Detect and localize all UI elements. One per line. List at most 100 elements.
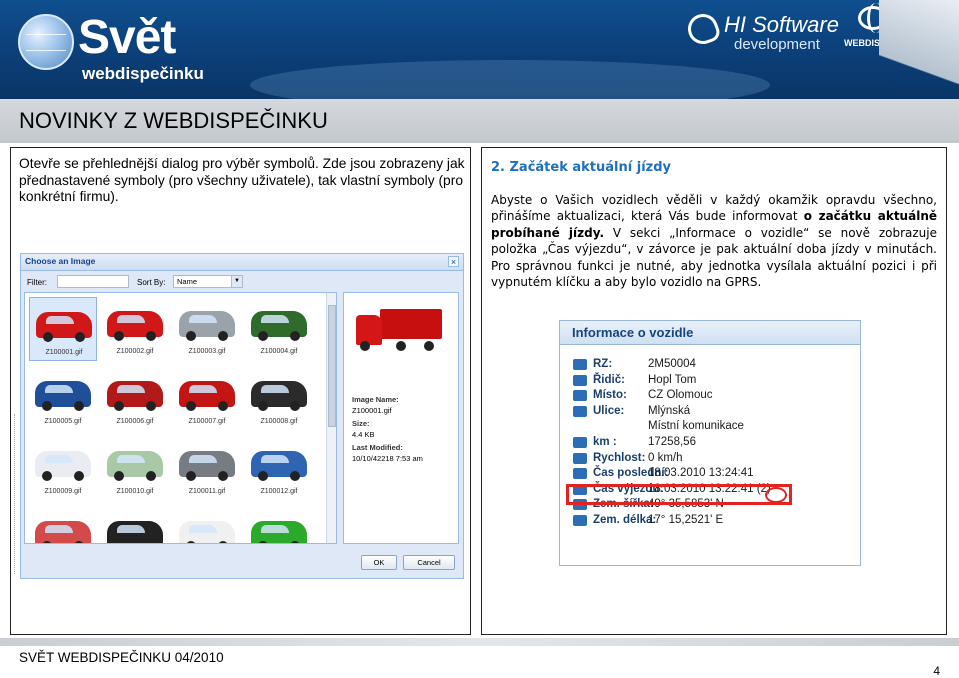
page-number: 4	[933, 664, 940, 678]
row-icon	[573, 452, 587, 464]
vehicle-info-row: RZ: 2M50004	[560, 358, 860, 373]
vehicle-info-key: km :	[593, 436, 617, 448]
image-caption: Z100003.gif	[188, 348, 226, 355]
right-panel: 2. Začátek aktuální jízdy Abyste o Vašic…	[481, 147, 947, 635]
image-caption: Z100009.gif	[44, 488, 82, 495]
vehicle-info-value: 0 km/h	[648, 451, 683, 464]
vehicle-info-value: 17° 15,2521' E	[648, 514, 724, 526]
car-image	[107, 451, 163, 481]
selected-truck-image	[356, 309, 442, 351]
vehicle-info-key: Řidič:	[593, 373, 625, 386]
vehicle-info-key: RZ:	[593, 358, 613, 370]
image-name-label: Image Name:	[352, 395, 399, 404]
ok-button[interactable]: OK	[361, 555, 397, 570]
vehicle-info-row: Čas poslední: 18.03.2010 13:24:41	[560, 467, 860, 482]
dialog-titlebar: Choose an Image ×	[21, 254, 463, 271]
image-caption: Z100006.gif	[116, 418, 154, 425]
vehicle-info-value: 2M50004	[648, 358, 696, 370]
hi-software-mark-icon	[683, 9, 723, 49]
image-thumb[interactable]: Z100002.gif	[101, 297, 169, 361]
truck-image	[36, 312, 92, 342]
image-thumb[interactable]	[173, 507, 241, 543]
dialog-toolbar: Filter: Sort By: Name ▼	[21, 272, 463, 292]
header-swoosh	[250, 60, 770, 99]
car-image	[35, 451, 91, 481]
sort-by-value: Name	[177, 277, 198, 286]
image-caption: Z100001.gif	[45, 349, 83, 356]
hi-software-title: HI Software	[724, 12, 839, 37]
trip-duration-circle	[765, 487, 787, 503]
size-value: 4.4 KB	[352, 430, 375, 439]
image-thumb[interactable]: Z100003.gif	[173, 297, 241, 361]
image-caption: Z100002.gif	[116, 348, 154, 355]
image-grid: Z100001.gif Z100002.gif Z100003.gif Z100…	[24, 292, 337, 544]
image-caption: Z100012.gif	[260, 488, 298, 495]
car-image	[107, 311, 163, 341]
image-thumb[interactable]: Z100009.gif	[29, 437, 97, 501]
image-grid-scrollbar[interactable]	[326, 293, 336, 543]
image-thumb[interactable]: Z100006.gif	[101, 367, 169, 431]
sort-by-select[interactable]: Name ▼	[173, 275, 243, 288]
image-thumb[interactable]	[245, 507, 313, 543]
left-panel: Otevře se přehlednější dialog pro výběr …	[10, 147, 471, 635]
vehicle-info-panel: Informace o vozidle RZ: 2M50004 Řidič: Hopl…	[559, 320, 861, 566]
image-thumb[interactable]: Z100007.gif	[173, 367, 241, 431]
vehicle-info-value: Místní komunikace	[648, 420, 744, 433]
logo-title: Svět	[78, 11, 176, 64]
vehicle-info-value: 17258,56	[648, 436, 696, 448]
image-thumb[interactable]	[29, 507, 97, 543]
departure-time-highlight	[566, 484, 792, 505]
filter-label: Filter:	[27, 278, 47, 287]
vehicle-info-row: Řidič: Hopl Tom	[560, 374, 860, 389]
choose-image-dialog: Choose an Image × Filter: Sort By: Name …	[14, 253, 464, 579]
footer-bar	[0, 638, 959, 646]
image-thumb[interactable]	[101, 507, 169, 543]
car-image	[179, 381, 235, 411]
image-caption: Z100005.gif	[44, 418, 82, 425]
cancel-button[interactable]: Cancel	[403, 555, 455, 570]
row-icon	[573, 374, 587, 386]
row-icon	[573, 437, 587, 448]
row-icon	[573, 515, 587, 526]
section-heading: 2. Začátek aktuální jízdy	[491, 160, 672, 175]
image-thumb[interactable]: Z100010.gif	[101, 437, 169, 501]
car-image	[251, 381, 307, 411]
last-modified-label: Last Modified:	[352, 443, 403, 452]
section-paragraph: Abyste o Vašich vozidlech věděli v každý…	[491, 192, 937, 290]
vehicle-info-value: Hopl Tom	[648, 373, 697, 386]
image-caption: Z100007.gif	[188, 418, 226, 425]
row-icon	[573, 468, 587, 480]
image-thumb[interactable]: Z100008.gif	[245, 367, 313, 431]
row-icon	[573, 390, 587, 402]
vehicle-info-value: 18.03.2010 13:24:41	[648, 467, 754, 480]
vehicle-info-title: Informace o vozidle	[572, 325, 694, 340]
chevron-down-icon[interactable]: ▼	[231, 276, 242, 287]
logo-subtitle: webdispečinku	[82, 64, 204, 83]
filter-input[interactable]	[57, 275, 129, 288]
globe-icon	[18, 14, 74, 70]
image-caption: Z100010.gif	[116, 488, 154, 495]
vehicle-info-key: Zem. délka:	[593, 514, 657, 526]
image-thumb[interactable]: Z100004.gif	[245, 297, 313, 361]
dialog-left-strip	[14, 414, 20, 574]
car-image	[35, 521, 91, 543]
image-name-value: Z100001.gif	[352, 406, 392, 415]
image-thumb[interactable]: Z100012.gif	[245, 437, 313, 501]
image-thumb[interactable]: Z100001.gif	[29, 297, 97, 361]
vehicle-info-row: Rychlost: 0 km/h	[560, 452, 860, 467]
sort-by-label: Sort By:	[137, 278, 166, 287]
vehicle-info-value: Mlýnská	[648, 404, 691, 417]
vehicle-info-row: Místo: CZ Olomouc	[560, 389, 860, 404]
last-modified-value: 10/10/42218 7:53 am	[352, 454, 423, 463]
car-image	[179, 311, 235, 341]
hi-software-subtitle: development	[734, 36, 820, 53]
row-icon	[573, 359, 587, 370]
image-thumb[interactable]: Z100011.gif	[173, 437, 241, 501]
car-image	[251, 451, 307, 481]
dialog-close-icon[interactable]: ×	[448, 256, 459, 267]
image-thumb[interactable]: Z100005.gif	[29, 367, 97, 431]
vehicle-info-value: CZ Olomouc	[648, 389, 713, 402]
car-image	[179, 521, 235, 543]
vehicle-info-row: Ulice: Mlýnská	[560, 405, 860, 420]
left-panel-text: Otevře se přehlednější dialog pro výběr …	[19, 156, 465, 205]
